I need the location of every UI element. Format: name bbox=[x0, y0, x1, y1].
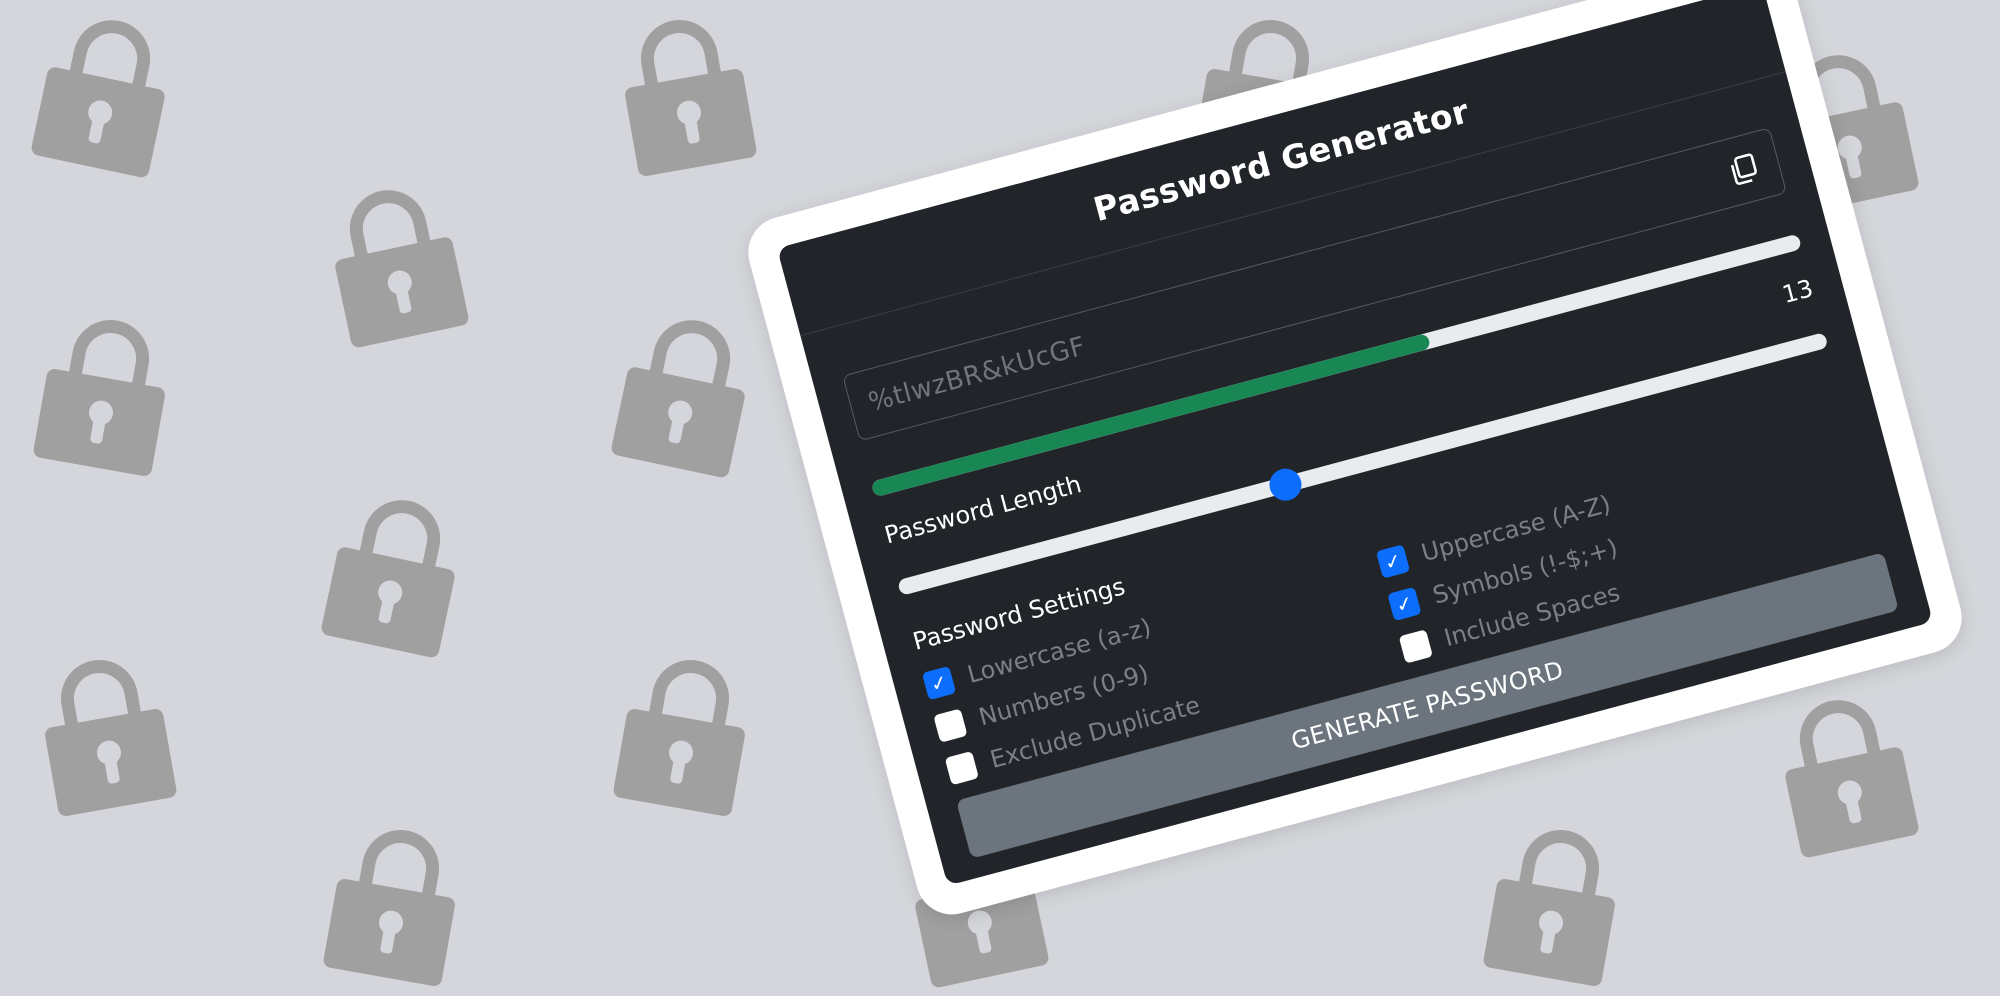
slider-thumb[interactable] bbox=[1265, 465, 1306, 505]
lock-icon bbox=[607, 0, 763, 180]
lock-icon bbox=[1765, 678, 1925, 862]
lock-icon bbox=[25, 0, 185, 182]
lock-icon bbox=[605, 298, 765, 482]
checkbox[interactable]: ✓ bbox=[1387, 586, 1422, 622]
checkbox[interactable]: ✓ bbox=[1375, 544, 1411, 579]
checkbox[interactable]: ✓ bbox=[921, 665, 957, 701]
lock-icon bbox=[317, 810, 473, 990]
checkbox[interactable]: ✓ bbox=[944, 750, 979, 786]
check-icon: ✓ bbox=[927, 669, 951, 697]
lock-icon bbox=[607, 640, 763, 820]
length-value: 13 bbox=[1779, 274, 1817, 310]
lock-icon bbox=[27, 300, 183, 480]
lock-icon bbox=[315, 168, 475, 352]
check-icon: ✓ bbox=[1381, 547, 1405, 576]
lock-icon bbox=[27, 640, 183, 820]
lock-icon bbox=[1477, 810, 1633, 990]
checkbox[interactable]: ✓ bbox=[933, 708, 968, 743]
lock-icon bbox=[315, 478, 475, 662]
check-icon: ✓ bbox=[1393, 590, 1416, 618]
copy-icon[interactable] bbox=[1723, 149, 1765, 191]
checkbox[interactable]: ✓ bbox=[1398, 629, 1433, 664]
